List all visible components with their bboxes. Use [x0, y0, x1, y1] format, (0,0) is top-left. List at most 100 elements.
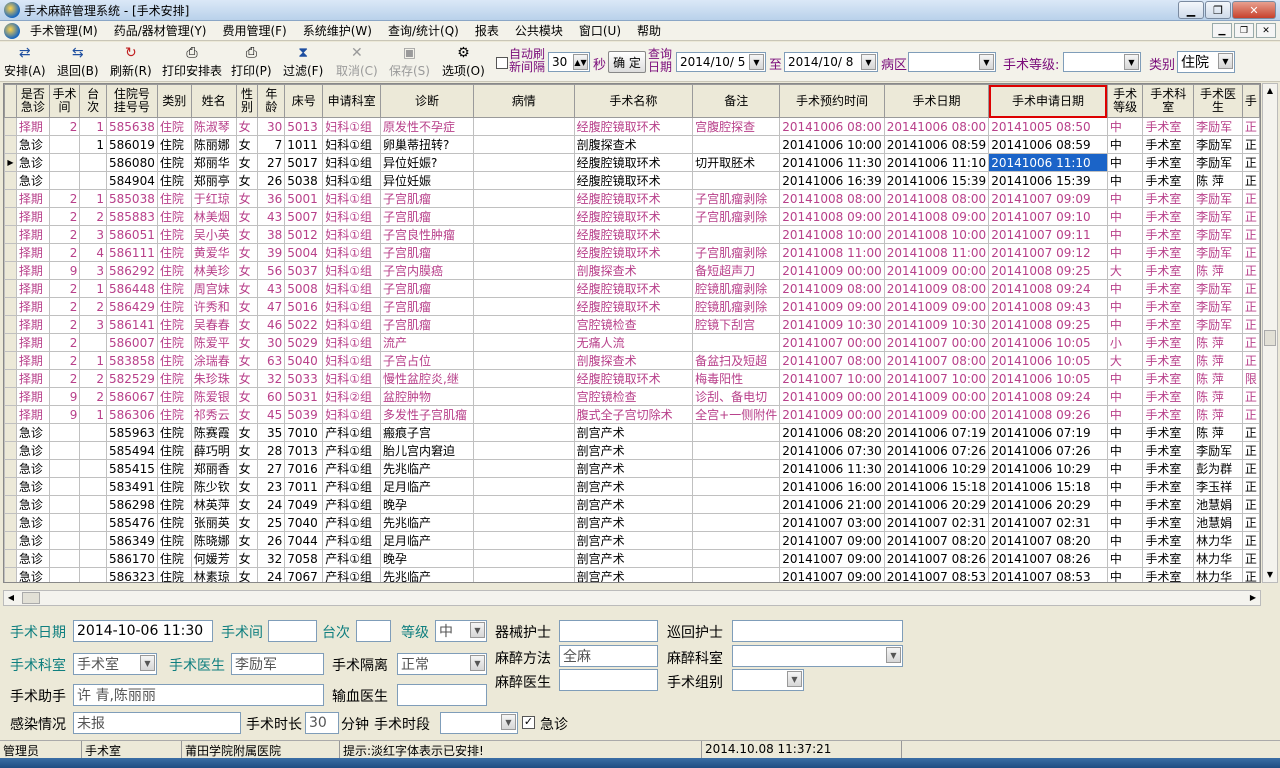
table-cell[interactable]: 手术室: [1142, 351, 1195, 370]
table-cell[interactable]: [692, 513, 781, 532]
table-cell[interactable]: [692, 549, 781, 568]
table-cell[interactable]: 经腹腔镜取环术: [573, 279, 694, 298]
table-cell[interactable]: 住院: [156, 567, 192, 582]
mdi-minimize-icon[interactable]: ▁: [1212, 23, 1232, 38]
circulating-nurse-input[interactable]: [732, 620, 903, 642]
table-cell[interactable]: 20141009 09:00: [883, 297, 990, 316]
table-cell[interactable]: 中: [1106, 405, 1144, 424]
table-cell[interactable]: [472, 225, 575, 244]
table-cell[interactable]: 20141006 08:20: [779, 423, 885, 442]
duration-input[interactable]: 30: [305, 712, 339, 734]
table-cell[interactable]: 原发性不孕症: [380, 117, 474, 136]
chevron-down-icon[interactable]: ▼: [1218, 53, 1233, 69]
table-cell[interactable]: 30: [257, 333, 286, 352]
table-cell[interactable]: 住院: [156, 315, 192, 334]
table-cell[interactable]: 中: [1106, 567, 1144, 582]
table-cell[interactable]: 手术室: [1142, 225, 1195, 244]
table-cell[interactable]: 正: [1241, 495, 1260, 514]
table-cell[interactable]: [472, 315, 575, 334]
table-cell[interactable]: 女: [235, 171, 259, 190]
table-cell[interactable]: 住院: [156, 279, 192, 298]
table-cell[interactable]: [48, 423, 81, 442]
table-cell[interactable]: 手术室: [1142, 153, 1195, 172]
table-cell[interactable]: [472, 369, 575, 388]
table-cell[interactable]: 20141006 16:00: [779, 477, 885, 496]
table-cell[interactable]: 20141006 08:59: [988, 135, 1108, 154]
table-cell[interactable]: [692, 459, 781, 478]
table-cell[interactable]: 妇科①组: [322, 351, 382, 370]
options-button[interactable]: ⚙ 选项(O): [442, 45, 485, 80]
table-cell[interactable]: [48, 153, 81, 172]
table-cell[interactable]: 池慧娟: [1193, 513, 1243, 532]
surgery-date-input[interactable]: 2014-10-06 11:30: [73, 620, 213, 642]
table-cell[interactable]: 5017: [284, 153, 324, 172]
table-cell[interactable]: 陈 萍: [1193, 423, 1243, 442]
table-cell[interactable]: 经腹腔镜取环术: [573, 171, 694, 190]
table-cell[interactable]: 涂瑞春: [190, 351, 237, 370]
row-indicator[interactable]: [4, 549, 17, 568]
column-header[interactable]: 手术预约时间: [779, 84, 885, 118]
column-header[interactable]: 手: [1241, 84, 1260, 118]
table-cell[interactable]: [472, 495, 575, 514]
table-cell[interactable]: 陈赛霞: [190, 423, 237, 442]
table-cell[interactable]: 20141007 09:00: [779, 549, 885, 568]
table-cell[interactable]: 20141006 08:59: [883, 135, 990, 154]
table-cell[interactable]: 9: [48, 261, 81, 280]
table-cell[interactable]: [692, 531, 781, 550]
table-cell[interactable]: [692, 225, 781, 244]
table-cell[interactable]: 20141009 00:00: [883, 261, 990, 280]
row-indicator[interactable]: [4, 225, 17, 244]
table-cell[interactable]: 586448: [106, 279, 158, 298]
table-row[interactable]: 急诊 1 586019 住院 陈丽娜女 7 1011 妇科①组 卵巢蒂扭转? 剖腹探查术 20141…: [4, 135, 1260, 154]
menu-system[interactable]: 系统维护(W): [295, 22, 380, 39]
table-cell[interactable]: 林素琼: [190, 567, 237, 582]
row-indicator[interactable]: [4, 459, 17, 478]
table-cell[interactable]: 586298: [106, 495, 158, 514]
table-cell[interactable]: 剖腹探查术: [573, 351, 694, 370]
table-cell[interactable]: 妇科①组: [322, 297, 382, 316]
table-cell[interactable]: 住院: [156, 351, 192, 370]
table-row[interactable]: 择期 2 3 586051 住院 吴小英女 38 5012 妇科①组 子宫良性肿瘤 经腹腔镜取环术 2…: [4, 225, 1260, 244]
table-cell[interactable]: 女: [235, 315, 259, 334]
table-cell[interactable]: 产科①组: [322, 531, 382, 550]
table-cell[interactable]: 手术室: [1142, 243, 1195, 262]
table-cell[interactable]: 女: [235, 207, 259, 226]
table-cell[interactable]: 3: [79, 261, 108, 280]
table-cell[interactable]: 腔镜肌瘤剥除: [692, 297, 781, 316]
table-cell[interactable]: 正: [1241, 279, 1260, 298]
table-cell[interactable]: 5013: [284, 117, 324, 136]
table-cell[interactable]: 586323: [106, 567, 158, 582]
table-cell[interactable]: 女: [235, 567, 259, 582]
chevron-down-icon[interactable]: ▼: [1124, 54, 1139, 70]
table-cell[interactable]: [692, 423, 781, 442]
table-cell[interactable]: 陈丽娜: [190, 135, 237, 154]
table-cell[interactable]: 20141006 07:26: [883, 441, 990, 460]
column-header[interactable]: 手术日期: [883, 84, 990, 118]
row-indicator[interactable]: [4, 261, 17, 280]
table-cell[interactable]: [472, 405, 575, 424]
table-cell[interactable]: 住院: [156, 225, 192, 244]
table-cell[interactable]: 盆腔肿物: [380, 387, 474, 406]
table-cell[interactable]: 1: [79, 351, 108, 370]
table-cell[interactable]: 45: [257, 405, 286, 424]
table-cell[interactable]: [79, 171, 108, 190]
table-cell[interactable]: 林美烟: [190, 207, 237, 226]
table-cell[interactable]: 正: [1241, 477, 1260, 496]
table-cell[interactable]: 中: [1106, 189, 1144, 208]
column-header[interactable]: 手术间: [48, 84, 81, 118]
table-cell[interactable]: 中: [1106, 315, 1144, 334]
table-cell[interactable]: 林英萍: [190, 495, 237, 514]
table-cell[interactable]: 剖腹探查术: [573, 261, 694, 280]
table-cell[interactable]: 女: [235, 297, 259, 316]
row-indicator[interactable]: [4, 315, 17, 334]
print-button[interactable]: ⎙ 打印(P): [231, 45, 272, 80]
scroll-thumb[interactable]: [1264, 330, 1276, 346]
row-indicator[interactable]: [4, 441, 17, 460]
column-header[interactable]: 性别: [235, 84, 259, 118]
table-cell[interactable]: 陈爱平: [190, 333, 237, 352]
table-cell[interactable]: 李励军: [1193, 189, 1243, 208]
table-cell[interactable]: 手术室: [1142, 423, 1195, 442]
table-cell[interactable]: [48, 135, 81, 154]
column-header[interactable]: 申请科室: [322, 84, 382, 118]
table-cell[interactable]: 经腹腔镜取环术: [573, 207, 694, 226]
